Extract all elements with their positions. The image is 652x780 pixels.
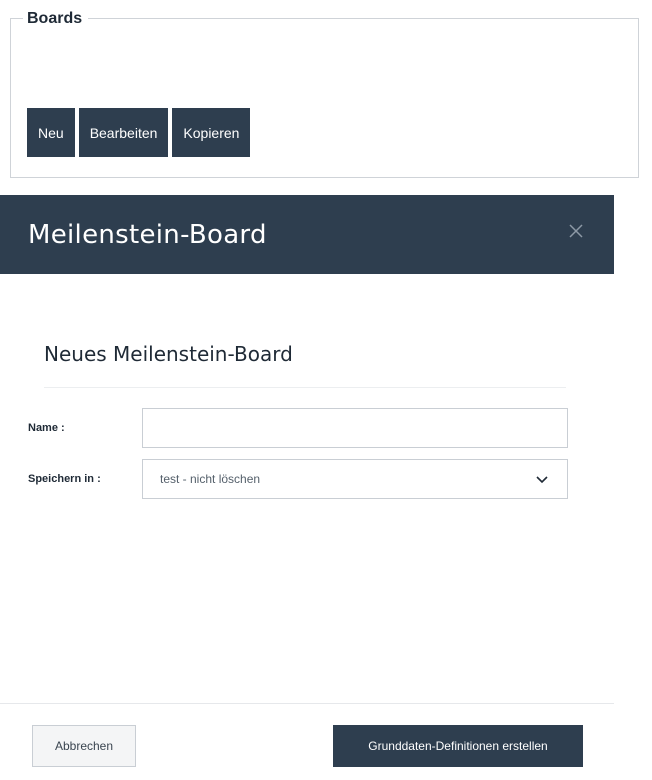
edit-board-button[interactable]: Bearbeiten	[78, 108, 169, 157]
boards-actions: Neu Bearbeiten Kopieren	[27, 108, 251, 157]
boards-panel: Boards Neu Bearbeiten Kopieren	[10, 10, 639, 178]
save-in-selected-value: test - nicht löschen	[160, 472, 261, 486]
milestone-board-dialog: Meilenstein-Board Neues Meilenstein-Boar…	[0, 195, 614, 780]
copy-board-button[interactable]: Kopieren	[172, 108, 251, 157]
name-label: Name :	[28, 422, 65, 434]
boards-legend: Boards	[23, 10, 89, 28]
footer-divider	[0, 703, 614, 704]
chevron-down-icon	[535, 473, 549, 487]
close-icon[interactable]	[564, 219, 588, 243]
cancel-button[interactable]: Abbrechen	[32, 725, 136, 767]
create-definitions-button[interactable]: Grunddaten-Definitionen erstellen	[333, 725, 583, 767]
save-in-select[interactable]: test - nicht löschen	[142, 459, 568, 499]
dialog-header: Meilenstein-Board	[0, 195, 614, 274]
save-in-label: Speichern in :	[28, 473, 101, 485]
new-board-button[interactable]: Neu	[27, 108, 75, 157]
name-input[interactable]	[142, 408, 568, 448]
dialog-title: Meilenstein-Board	[28, 220, 267, 250]
section-title: Neues Meilenstein-Board	[44, 342, 293, 366]
section-divider	[44, 387, 566, 388]
